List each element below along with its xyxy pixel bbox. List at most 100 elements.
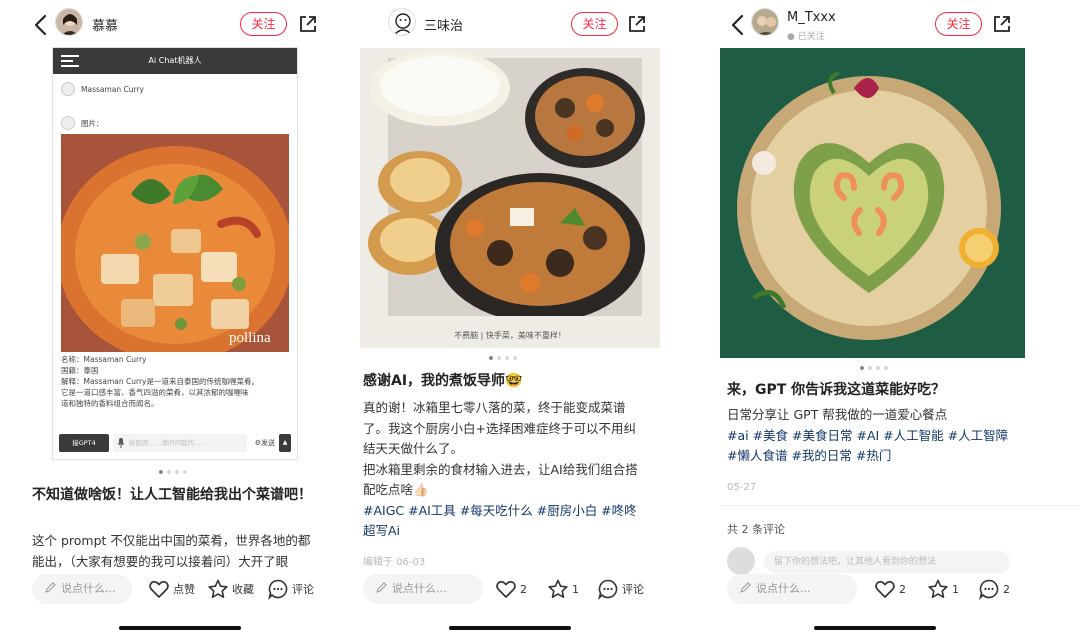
post-panel-2: 三味治 关注 不费脑 | 快手菜，美味不重样！ 感谢AI，我的煮饭导师🤓 真的谢… [360,0,720,637]
food-illustration [360,48,660,348]
carousel-dot [513,356,517,360]
carousel-dot [489,356,493,360]
hashtags[interactable]: #AIGC #AI工具 #每天吃什么 #厨房小白 #咚咚超写Ai [363,501,646,542]
comments-count: 共 2 条评论 [727,523,785,536]
send-label: 发送 [261,439,275,447]
like-button[interactable]: 2 [495,577,527,601]
post-image[interactable] [720,48,1025,358]
ai-chat-screenshot: Ai Chat机器人 Massaman Curry 图片： pollina 名称… [52,47,298,460]
star-icon [208,579,228,598]
author-status: ● 已关注 [787,32,825,42]
carousel-dot [505,356,509,360]
heart-icon [149,580,169,598]
watermark-text: pollina [229,330,271,346]
body-paragraph: 把冰箱里剩余的食材输入进去，让AI给我们组合搭配吃点啥👍🏻 [363,461,638,498]
post-header: 三味治 关注 [360,0,720,48]
microphone-icon[interactable] [117,438,125,448]
menu-icon [61,55,79,67]
comment-bubble-icon [268,579,288,600]
home-indicator [449,626,571,630]
carousel-dot [876,366,880,370]
author-name[interactable]: 三味治 [424,15,463,34]
comment-placeholder: 说点什么... [392,582,447,595]
like-button[interactable]: 点赞 [148,577,195,601]
collect-count: 1 [572,582,579,596]
comment-count: 2 [1003,582,1010,596]
chat-title: Ai Chat机器人 [148,56,202,65]
chat-bot-message: 图片： [61,116,104,130]
send-button[interactable]: ⚙发送 [255,438,275,448]
comment-input[interactable]: 说点什么... [363,574,483,604]
comment-button[interactable]: 评论 [597,577,644,601]
chevron-left-icon[interactable] [727,12,749,38]
model-button[interactable]: 接GPT4 [59,434,109,452]
like-button[interactable]: 2 [874,577,906,601]
info-line: 道和独特的香料组合而闻名。 [61,399,159,408]
image-label: 图片： [81,118,104,128]
share-external-icon[interactable] [991,13,1013,35]
home-indicator [119,626,241,630]
star-icon [928,579,948,598]
user-query-text: Massaman Curry [81,84,144,94]
collect-button[interactable]: 1 [927,577,959,601]
collect-button[interactable]: 收藏 [207,577,254,601]
avatar[interactable] [55,8,83,36]
carousel-dot [860,366,864,370]
like-count: 2 [520,582,527,596]
heart-icon [496,580,516,598]
carousel-dot [183,470,187,474]
post-body: 真的谢！冰箱里七零八落的菜，终于能变成菜谱了。我这个厨房小白+选择困难症终于可以… [363,398,646,542]
carousel-dot [175,470,179,474]
comment-label: 评论 [292,583,314,596]
comment-input[interactable]: 说点什么... [32,574,132,604]
author-name[interactable]: 慕慕 [92,15,118,34]
follow-button[interactable]: 关注 [240,12,287,36]
chat-header: Ai Chat机器人 [53,48,297,74]
post-title: 来，GPT 你告诉我这道菜能好吃？ [727,382,946,398]
comment-placeholder: 说点什么... [756,582,811,595]
heart-dish-illustration [720,48,1025,358]
comment-button[interactable]: 评论 [267,577,314,601]
post-image[interactable]: 不费脑 | 快手菜，美味不重样！ [360,48,660,348]
star-icon [548,579,568,598]
carousel-dots [489,356,517,360]
chat-input-field[interactable]: 给回答……请问问我的…… [113,434,247,452]
comment-bubble-icon [979,579,999,600]
chat-input-row: 接GPT4 给回答……请问问我的…… ⚙发送 ▲ [59,433,291,453]
home-indicator [814,626,936,630]
avatar[interactable] [388,8,416,36]
collect-button[interactable]: 1 [547,577,579,601]
comment-input[interactable]: 说点什么... [727,574,857,604]
share-external-icon[interactable] [297,13,319,35]
pencil-icon [45,582,56,593]
follow-button[interactable]: 关注 [935,12,982,36]
bottom-action-bar: 说点什么... 2 1 2 [720,570,1080,608]
avatar[interactable] [751,8,779,36]
chevron-left-icon[interactable] [30,12,52,38]
pencil-icon [376,582,387,593]
hashtags[interactable]: #ai #美食 #美食日常 #AI #人工智能 #人工智障 #懒人食谱 #我的日… [727,426,1012,467]
share-external-icon[interactable] [626,13,648,35]
post-title: 不知道做啥饭！让人工智能给我出个菜谱吧！ [32,487,312,503]
divider [720,505,1080,506]
pencil-icon [740,582,751,593]
send-arrow-icon[interactable]: ▲ [279,434,291,452]
post-body: 日常分享让 GPT 帮我做的一道爱心餐点 #ai #美食 #美食日常 #AI #… [727,405,1012,467]
carousel-dot [497,356,501,360]
bot-avatar-icon [61,116,75,130]
user-avatar-icon [61,82,75,96]
follow-button[interactable]: 关注 [571,12,618,36]
body-paragraph: 真的谢！冰箱里七零八落的菜，终于能变成菜谱了。我这个厨房小白+选择困难症终于可以… [363,400,636,456]
carousel-dot [884,366,888,370]
curry-image: pollina [61,134,289,352]
post-header: 慕慕 关注 [0,0,360,48]
body-paragraph: 日常分享让 GPT 帮我做的一道爱心餐点 [727,407,948,422]
info-line: 它是一道口感丰富、香气四溢的菜肴，以其浓郁的咖喱味 [61,388,249,397]
collect-count: 1 [952,582,959,596]
image-caption: 不费脑 | 快手菜，美味不重样！ [454,331,566,340]
author-name[interactable]: M_Txxx [787,10,836,25]
post-header: M_Txxx ● 已关注 关注 [720,0,1080,48]
post-title: 感谢AI，我的煮饭导师🤓 [363,373,523,389]
info-line: 名称：Massaman Curry [61,355,147,364]
comment-button[interactable]: 2 [978,577,1010,601]
